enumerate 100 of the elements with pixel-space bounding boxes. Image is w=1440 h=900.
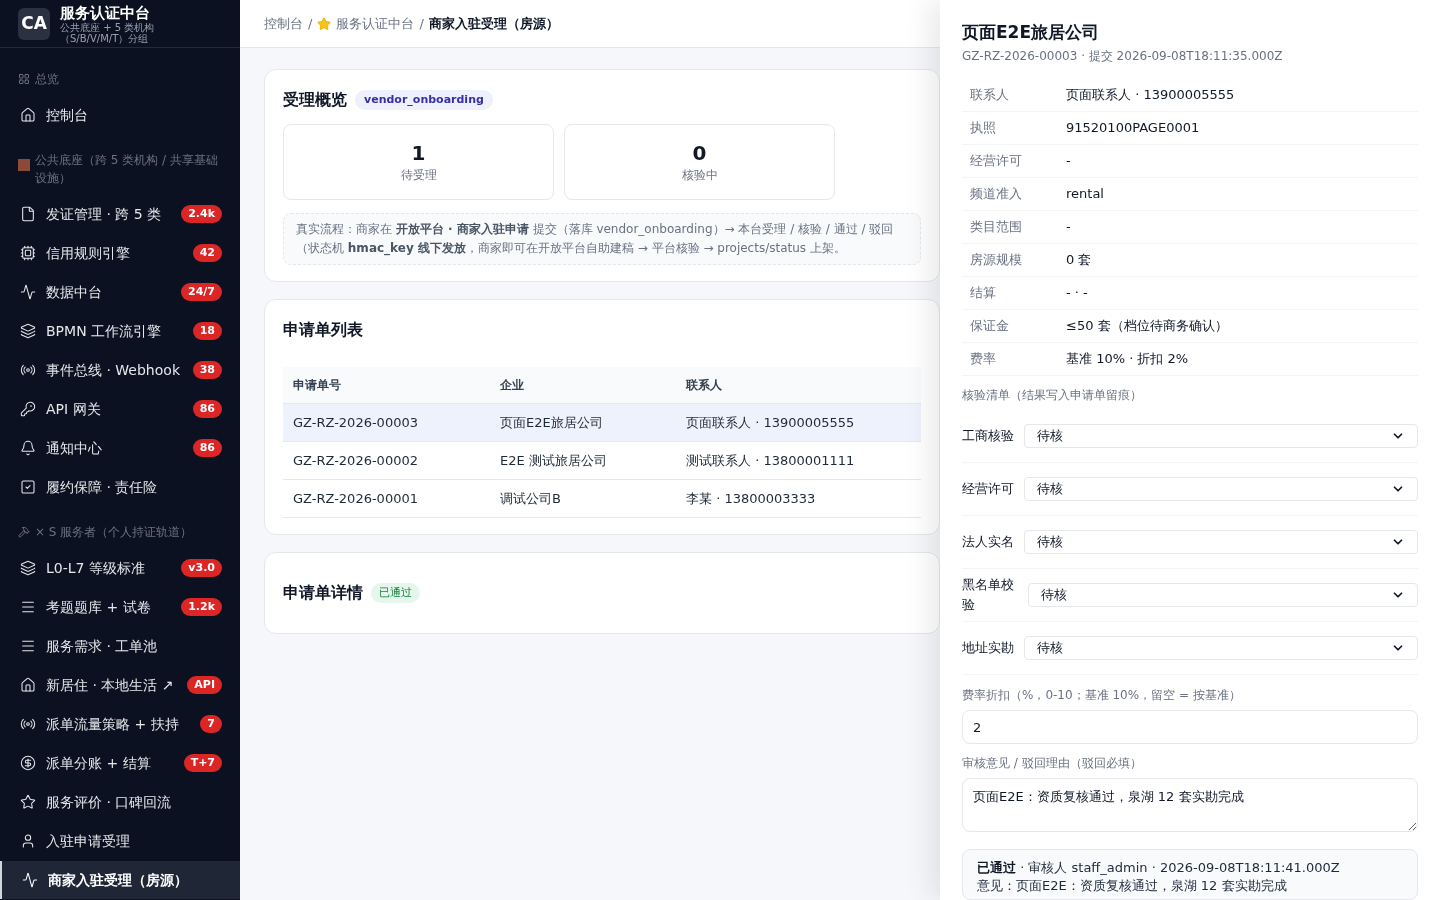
tag: vendor_onboarding — [355, 89, 493, 111]
sidebar-item-label: 数据中台 — [46, 282, 103, 302]
key-icon — [20, 401, 36, 417]
column-header: 联系人 — [686, 377, 723, 394]
sidebar-item[interactable]: BPMN 工作流引擎 18 — [0, 312, 240, 350]
table-cell-text: 页面E2E旅居公司 — [500, 413, 604, 432]
breadcrumb-link[interactable]: 控制台 — [264, 13, 303, 34]
sidebar-item-label: 事件总线 · Webhook — [46, 360, 181, 380]
house-icon — [20, 107, 36, 123]
app-title: 服务认证中台 — [60, 3, 151, 22]
layers-icon — [20, 560, 36, 576]
stat-value: 1 — [411, 140, 426, 166]
sidebar-item[interactable]: 入驻申请受理 — [0, 822, 240, 860]
sidebar-item-label: 商家入驻受理（房源） — [48, 870, 189, 890]
count-badge: 42 — [192, 244, 222, 262]
sidebar-item[interactable]: 派单分账 + 结算 T+7 — [0, 744, 240, 782]
field-label: 执照 — [970, 119, 997, 138]
sidebar-item[interactable]: 商家入驻受理（房源） — [0, 861, 240, 899]
sidebar-item-label: 控制台 — [46, 105, 89, 125]
sidebar-item[interactable]: 新居住 · 本地生活 ↗ API — [0, 666, 240, 704]
table-cell-text: E2E 测试旅居公司 — [500, 451, 608, 470]
sidebar-item[interactable]: 发证管理 · 跨 5 类 2.4k — [0, 195, 240, 233]
breadcrumb-link[interactable]: 服务认证中台 — [336, 13, 415, 34]
count-badge: 24/7 — [181, 283, 222, 301]
count-badge: v3.0 — [181, 559, 222, 577]
status-select[interactable]: 待核 — [1024, 477, 1418, 501]
sidebar-item-label: BPMN 工作流引擎 — [46, 321, 163, 341]
breadcrumb-current: 商家入驻受理（房源） — [428, 14, 559, 33]
sidebar-item[interactable]: 服务评价 · 口碑回流 — [0, 783, 240, 821]
field-value: 基准 10% · 折扣 2% — [1066, 350, 1189, 369]
stat-label: 待受理 — [400, 167, 437, 184]
count-badge: 18 — [192, 322, 222, 340]
field-label: 保证金 — [970, 317, 1010, 336]
sidebar-item[interactable]: 履约保障 · 责任险 — [0, 468, 240, 506]
table-row[interactable]: GZ-RZ-2026-00003 页面E2E旅居公司 页面联系人 · 13900005555 — [283, 404, 921, 442]
sidebar-item-label: L0-L7 等级标准 — [46, 558, 146, 578]
field-label: 经营许可 — [970, 152, 1023, 171]
sidebar-item[interactable]: 事件总线 · Webhook 38 — [0, 351, 240, 389]
status-select[interactable]: 待核 — [1024, 636, 1418, 660]
sidebar-item[interactable]: 派单流量策略 + 扶持 7 — [0, 705, 240, 743]
pulse-icon — [20, 284, 36, 300]
star-icon — [20, 794, 36, 810]
sidebar-item-label: 通知中心 — [46, 438, 103, 458]
sidebar-item[interactable]: L0-L7 等级标准 v3.0 — [0, 549, 240, 587]
sidebar-item[interactable]: 信用规则引擎 42 — [0, 234, 240, 272]
list-icon — [20, 638, 36, 654]
table-cell-text: 页面联系人 · 13900005555 — [686, 413, 856, 432]
status-select[interactable]: 待核 — [1028, 583, 1418, 607]
field-label: 房源规模 — [970, 251, 1023, 270]
drawer-subtitle: GZ-RZ-2026-00003 · 提交 2026-09-08T18:11:35.000Z — [962, 48, 1284, 65]
table-cell-text: 调试公司B — [500, 489, 562, 508]
layers-icon — [20, 323, 36, 339]
count-badge: 38 — [192, 361, 222, 379]
count-badge: 2.4k — [181, 205, 222, 223]
column-header: 申请单号 — [293, 377, 342, 394]
sidebar-item-label: 服务评价 · 口碑回流 — [46, 792, 173, 812]
table-cell-text: GZ-RZ-2026-00002 — [293, 451, 419, 470]
sidebar-item[interactable]: API 网关 86 — [0, 390, 240, 428]
check-label: 地址实勘 — [962, 639, 1014, 657]
brick-icon — [18, 159, 30, 171]
sidebar-item-label: 派单分账 + 结算 — [46, 753, 152, 773]
breadcrumb-separator: / — [419, 14, 424, 33]
field-value: 91520100PAGE0001 — [1066, 119, 1200, 138]
sidebar-section-label: 公共底座（跨 5 类机构 / 共享基础设施） — [35, 152, 219, 187]
field-value: - — [1066, 152, 1071, 171]
check-label: 工商核验 — [962, 427, 1014, 445]
section-label: 核验清单（结果写入申请单留痕） — [962, 387, 1143, 404]
sidebar-item[interactable]: 服务需求 · 工单池 — [0, 627, 240, 665]
column-header: 企业 — [500, 377, 525, 394]
field-caption: 审核意见 / 驳回理由（驳回必填） — [962, 755, 1143, 773]
sidebar-item-label: 派单流量策略 + 扶持 — [46, 714, 180, 734]
table-cell-text: 测试联系人 · 13800001111 — [686, 451, 856, 470]
grid-icon — [18, 73, 30, 85]
list-icon — [20, 599, 36, 615]
review-result-line: 意见：页面E2E：资质复核通过，泉湖 12 套实勘完成 — [977, 877, 1288, 895]
sidebar-item[interactable]: 通知中心 86 — [0, 429, 240, 467]
card-title: 申请单详情 — [283, 582, 363, 604]
field-caption: 费率折扣（%，0-10；基准 10%，留空 = 按基准） — [962, 687, 1242, 704]
coin-icon — [20, 755, 36, 771]
sidebar-item[interactable]: 数据中台 24/7 — [0, 273, 240, 311]
discount-input[interactable]: 2 — [962, 710, 1418, 745]
drawer-title: 页面E2E旅居公司 — [962, 21, 1101, 44]
flow-note: 真实流程：商家在 开放平台 · 商家入驻申请 提交（落库 vendor_onboarding）→ 本台受理 / 核验 / 通过 / 驳回（状态机 hmac_key 线下发放，商家即可在开放平台自助建稿 → 平台核验 → projects/status 上架。 — [296, 221, 895, 258]
sidebar-item-label: 服务需求 · 工单池 — [46, 636, 159, 656]
sidebar-item[interactable]: 考题题库 + 试卷 1.2k — [0, 588, 240, 626]
chip-icon — [20, 245, 36, 261]
checkbox-icon — [20, 479, 36, 495]
status-select[interactable]: 待核 — [1024, 530, 1418, 554]
pulse-icon — [22, 872, 38, 888]
field-value: ≤50 套（档位待商务确认） — [1066, 317, 1228, 336]
count-badge: 86 — [192, 400, 222, 418]
status-select[interactable]: 待核 — [1024, 424, 1418, 448]
sidebar-item-label: 信用规则引擎 — [46, 243, 131, 263]
sidebar-item-label: 履约保障 · 责任险 — [46, 477, 159, 497]
sidebar-item[interactable]: 控制台 — [0, 96, 240, 134]
stat-value: 0 — [692, 140, 707, 166]
card-title: 受理概览 — [283, 89, 347, 111]
field-value: 0 套 — [1066, 251, 1092, 270]
document-icon — [20, 206, 36, 222]
comment-textarea[interactable]: 页面E2E：资质复核通过，泉湖 12 套实勘完成 — [962, 778, 1418, 832]
